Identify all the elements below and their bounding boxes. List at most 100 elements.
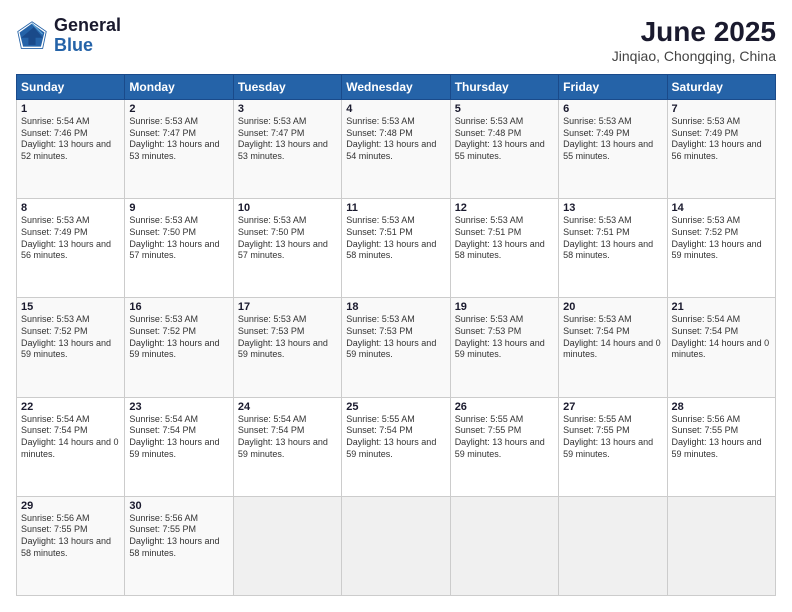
table-cell: 15 Sunrise: 5:53 AMSunset: 7:52 PMDaylig… [17, 298, 125, 397]
day-info: Sunrise: 5:53 AMSunset: 7:53 PMDaylight:… [238, 314, 328, 359]
table-cell: 27 Sunrise: 5:55 AMSunset: 7:55 PMDaylig… [559, 397, 667, 496]
col-thursday: Thursday [450, 75, 558, 100]
table-cell: 28 Sunrise: 5:56 AMSunset: 7:55 PMDaylig… [667, 397, 775, 496]
day-info: Sunrise: 5:53 AMSunset: 7:54 PMDaylight:… [563, 314, 661, 359]
day-number: 25 [346, 401, 445, 413]
day-number: 23 [129, 401, 228, 413]
table-cell: 11 Sunrise: 5:53 AMSunset: 7:51 PMDaylig… [342, 199, 450, 298]
calendar-row: 15 Sunrise: 5:53 AMSunset: 7:52 PMDaylig… [17, 298, 776, 397]
day-number: 24 [238, 401, 337, 413]
day-info: Sunrise: 5:53 AMSunset: 7:49 PMDaylight:… [672, 116, 762, 161]
table-cell: 17 Sunrise: 5:53 AMSunset: 7:53 PMDaylig… [233, 298, 341, 397]
logo-text: General Blue [54, 16, 121, 56]
table-cell: 9 Sunrise: 5:53 AMSunset: 7:50 PMDayligh… [125, 199, 233, 298]
day-info: Sunrise: 5:54 AMSunset: 7:54 PMDaylight:… [672, 314, 770, 359]
table-cell: 2 Sunrise: 5:53 AMSunset: 7:47 PMDayligh… [125, 100, 233, 199]
day-number: 27 [563, 401, 662, 413]
day-number: 5 [455, 103, 554, 115]
day-number: 4 [346, 103, 445, 115]
day-number: 16 [129, 301, 228, 313]
calendar-row: 29 Sunrise: 5:56 AMSunset: 7:55 PMDaylig… [17, 496, 776, 595]
logo-line2: Blue [54, 36, 121, 56]
day-number: 15 [21, 301, 120, 313]
day-info: Sunrise: 5:56 AMSunset: 7:55 PMDaylight:… [672, 414, 762, 459]
col-friday: Friday [559, 75, 667, 100]
table-cell: 23 Sunrise: 5:54 AMSunset: 7:54 PMDaylig… [125, 397, 233, 496]
logo-line1: General [54, 16, 121, 36]
day-info: Sunrise: 5:53 AMSunset: 7:50 PMDaylight:… [238, 215, 328, 260]
calendar-table: Sunday Monday Tuesday Wednesday Thursday… [16, 74, 776, 596]
day-number: 20 [563, 301, 662, 313]
table-cell: 10 Sunrise: 5:53 AMSunset: 7:50 PMDaylig… [233, 199, 341, 298]
day-number: 21 [672, 301, 771, 313]
table-cell: 6 Sunrise: 5:53 AMSunset: 7:49 PMDayligh… [559, 100, 667, 199]
day-number: 28 [672, 401, 771, 413]
page: General Blue June 2025 Jinqiao, Chongqin… [0, 0, 792, 612]
subtitle: Jinqiao, Chongqing, China [612, 48, 776, 64]
title-block: June 2025 Jinqiao, Chongqing, China [612, 16, 776, 64]
table-cell [450, 496, 558, 595]
day-info: Sunrise: 5:56 AMSunset: 7:55 PMDaylight:… [129, 513, 219, 558]
day-number: 11 [346, 202, 445, 214]
day-info: Sunrise: 5:55 AMSunset: 7:55 PMDaylight:… [455, 414, 545, 459]
day-info: Sunrise: 5:53 AMSunset: 7:52 PMDaylight:… [129, 314, 219, 359]
day-number: 2 [129, 103, 228, 115]
day-number: 19 [455, 301, 554, 313]
day-number: 13 [563, 202, 662, 214]
table-cell: 22 Sunrise: 5:54 AMSunset: 7:54 PMDaylig… [17, 397, 125, 496]
table-cell: 4 Sunrise: 5:53 AMSunset: 7:48 PMDayligh… [342, 100, 450, 199]
header: General Blue June 2025 Jinqiao, Chongqin… [16, 16, 776, 64]
day-info: Sunrise: 5:54 AMSunset: 7:54 PMDaylight:… [238, 414, 328, 459]
day-info: Sunrise: 5:53 AMSunset: 7:49 PMDaylight:… [563, 116, 653, 161]
day-info: Sunrise: 5:56 AMSunset: 7:55 PMDaylight:… [21, 513, 111, 558]
table-cell: 14 Sunrise: 5:53 AMSunset: 7:52 PMDaylig… [667, 199, 775, 298]
day-number: 6 [563, 103, 662, 115]
calendar-row: 8 Sunrise: 5:53 AMSunset: 7:49 PMDayligh… [17, 199, 776, 298]
table-cell: 8 Sunrise: 5:53 AMSunset: 7:49 PMDayligh… [17, 199, 125, 298]
table-cell: 13 Sunrise: 5:53 AMSunset: 7:51 PMDaylig… [559, 199, 667, 298]
day-number: 17 [238, 301, 337, 313]
calendar-header-row: Sunday Monday Tuesday Wednesday Thursday… [17, 75, 776, 100]
day-number: 10 [238, 202, 337, 214]
day-info: Sunrise: 5:53 AMSunset: 7:47 PMDaylight:… [129, 116, 219, 161]
day-number: 3 [238, 103, 337, 115]
day-number: 22 [21, 401, 120, 413]
table-cell: 3 Sunrise: 5:53 AMSunset: 7:47 PMDayligh… [233, 100, 341, 199]
day-info: Sunrise: 5:53 AMSunset: 7:50 PMDaylight:… [129, 215, 219, 260]
table-cell: 5 Sunrise: 5:53 AMSunset: 7:48 PMDayligh… [450, 100, 558, 199]
table-cell: 29 Sunrise: 5:56 AMSunset: 7:55 PMDaylig… [17, 496, 125, 595]
day-number: 29 [21, 500, 120, 512]
day-number: 7 [672, 103, 771, 115]
day-info: Sunrise: 5:53 AMSunset: 7:49 PMDaylight:… [21, 215, 111, 260]
day-number: 9 [129, 202, 228, 214]
table-cell: 1 Sunrise: 5:54 AMSunset: 7:46 PMDayligh… [17, 100, 125, 199]
day-number: 14 [672, 202, 771, 214]
table-cell: 12 Sunrise: 5:53 AMSunset: 7:51 PMDaylig… [450, 199, 558, 298]
day-number: 26 [455, 401, 554, 413]
day-info: Sunrise: 5:53 AMSunset: 7:51 PMDaylight:… [346, 215, 436, 260]
day-info: Sunrise: 5:53 AMSunset: 7:53 PMDaylight:… [346, 314, 436, 359]
day-info: Sunrise: 5:53 AMSunset: 7:52 PMDaylight:… [21, 314, 111, 359]
day-info: Sunrise: 5:53 AMSunset: 7:48 PMDaylight:… [346, 116, 436, 161]
day-info: Sunrise: 5:54 AMSunset: 7:54 PMDaylight:… [129, 414, 219, 459]
logo: General Blue [16, 16, 121, 56]
day-info: Sunrise: 5:53 AMSunset: 7:52 PMDaylight:… [672, 215, 762, 260]
day-number: 18 [346, 301, 445, 313]
table-cell: 25 Sunrise: 5:55 AMSunset: 7:54 PMDaylig… [342, 397, 450, 496]
table-cell [342, 496, 450, 595]
table-cell: 26 Sunrise: 5:55 AMSunset: 7:55 PMDaylig… [450, 397, 558, 496]
day-info: Sunrise: 5:54 AMSunset: 7:46 PMDaylight:… [21, 116, 111, 161]
table-cell: 19 Sunrise: 5:53 AMSunset: 7:53 PMDaylig… [450, 298, 558, 397]
main-title: June 2025 [612, 16, 776, 48]
day-info: Sunrise: 5:53 AMSunset: 7:51 PMDaylight:… [455, 215, 545, 260]
table-cell [559, 496, 667, 595]
day-info: Sunrise: 5:53 AMSunset: 7:53 PMDaylight:… [455, 314, 545, 359]
col-sunday: Sunday [17, 75, 125, 100]
day-info: Sunrise: 5:53 AMSunset: 7:47 PMDaylight:… [238, 116, 328, 161]
table-cell: 21 Sunrise: 5:54 AMSunset: 7:54 PMDaylig… [667, 298, 775, 397]
col-wednesday: Wednesday [342, 75, 450, 100]
table-cell: 16 Sunrise: 5:53 AMSunset: 7:52 PMDaylig… [125, 298, 233, 397]
day-number: 30 [129, 500, 228, 512]
calendar-row: 22 Sunrise: 5:54 AMSunset: 7:54 PMDaylig… [17, 397, 776, 496]
col-tuesday: Tuesday [233, 75, 341, 100]
